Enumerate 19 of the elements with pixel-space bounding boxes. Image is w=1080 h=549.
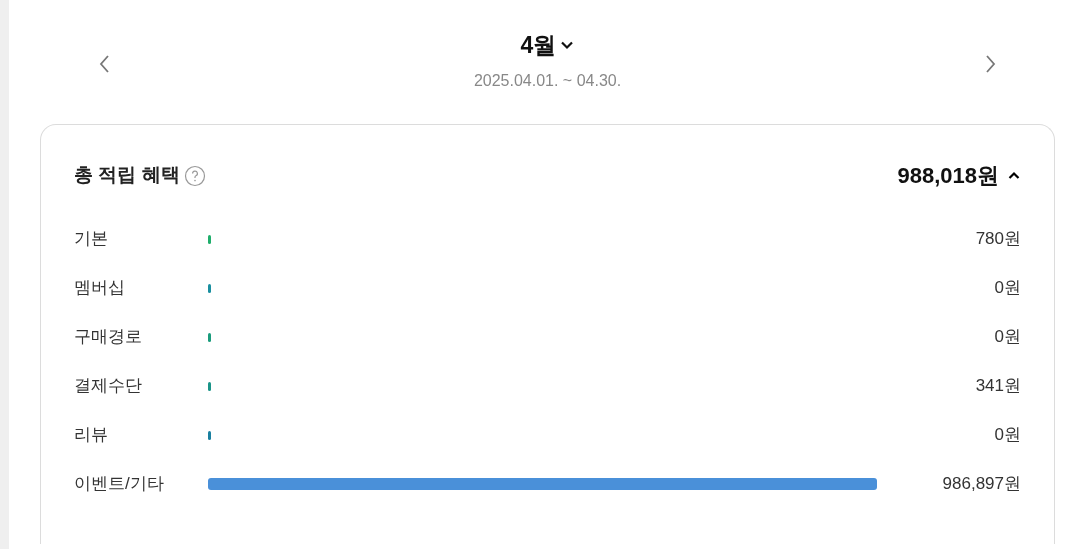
amount-text: 0원 [993,276,1021,299]
help-icon[interactable] [183,164,206,187]
amount-text: 986,897원 [941,472,1021,495]
amount-text: 0원 [993,423,1021,446]
total-toggle[interactable]: 988,018원 [897,159,1021,192]
amount-text: 341원 [974,374,1021,397]
month-dropdown[interactable]: 4월 [520,28,575,63]
amount-text: 0원 [993,325,1021,348]
category-label: 이벤트/기타 [74,472,165,495]
category-label: 결제수단 [74,374,143,397]
category-label: 기본 [74,227,109,250]
category-label: 구매경로 [74,325,143,348]
previous-button[interactable] [98,54,110,74]
category-label: 멤버십 [74,276,126,299]
next-button[interactable] [985,54,997,74]
date-range: 2025.04.01. ~ 04.30. [473,70,622,91]
summary-title: 총 적립 혜택 [74,163,180,188]
amount-text: 780원 [974,227,1021,250]
category-label: 리뷰 [74,423,109,446]
